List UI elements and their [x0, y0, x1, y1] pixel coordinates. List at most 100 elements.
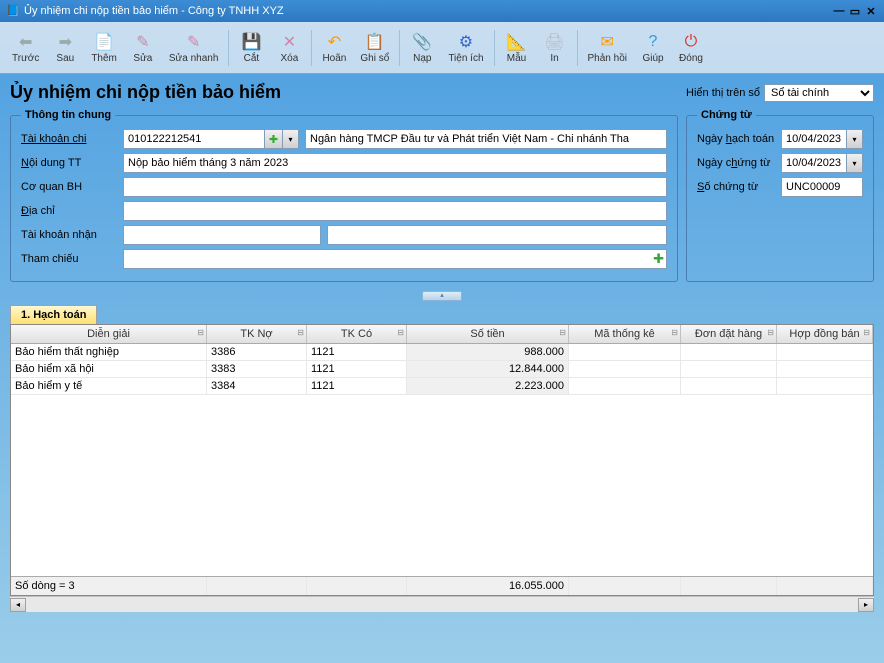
grid-cell[interactable]: 988.000 [407, 344, 569, 360]
table-row[interactable]: Bảo hiểm xã hội3383112112.844.000 [11, 361, 873, 378]
scroll-right-button[interactable]: ▸ [858, 598, 874, 612]
toolbar-separator [577, 30, 578, 66]
grid-cell[interactable]: Bảo hiểm thất nghiệp [11, 344, 207, 360]
bank-input[interactable] [305, 129, 667, 149]
grid-cell[interactable]: 3386 [207, 344, 307, 360]
form-row: Thông tin chung Tài khoản chi ✚ ▾ Nội du… [10, 109, 874, 282]
column-header[interactable]: Hợp đồng bán⊟ [777, 325, 873, 343]
grid-cell[interactable]: Bảo hiểm y tế [11, 378, 207, 394]
grid-footer: Số dòng = 3 16.055.000 [11, 576, 873, 595]
close-button[interactable]: ⏻Đóng [673, 30, 709, 66]
general-fieldset: Thông tin chung Tài khoản chi ✚ ▾ Nội du… [10, 109, 678, 282]
util-button[interactable]: ⚙Tiện ích [442, 30, 489, 66]
grid-cell[interactable]: 2.223.000 [407, 378, 569, 394]
grid-cell[interactable] [777, 378, 873, 394]
close-window-button[interactable]: ✕ [864, 4, 878, 18]
account-input[interactable] [123, 129, 265, 149]
recv-account-input[interactable] [123, 225, 321, 245]
address-input[interactable] [123, 201, 667, 221]
ref-input[interactable]: ✚ [123, 249, 667, 269]
pin-icon[interactable]: ⊟ [559, 328, 566, 337]
column-header[interactable]: Mã thống kê⊟ [569, 325, 681, 343]
grid-cell[interactable]: 3384 [207, 378, 307, 394]
toolbar-label: Sửa nhanh [169, 53, 219, 64]
grid-cell[interactable] [569, 344, 681, 360]
pin-icon[interactable]: ⊟ [863, 328, 870, 337]
acc-date-input[interactable] [781, 129, 847, 149]
load-button[interactable]: 📎Nạp [404, 30, 440, 66]
grid-cell[interactable] [569, 378, 681, 394]
acc-date-dropdown[interactable]: ▾ [847, 129, 863, 149]
display-select[interactable]: Sổ tài chính [764, 84, 874, 102]
toolbar-separator [228, 30, 229, 66]
template-button[interactable]: 📐Mẫu [499, 30, 535, 66]
feedback-button[interactable]: ✉Phản hồi [582, 30, 633, 66]
delete-button[interactable]: ✕Xóa [271, 30, 307, 66]
help-button[interactable]: ?Giúp [635, 30, 671, 66]
table-row[interactable]: Bảo hiểm thất nghiệp33861121988.000 [11, 344, 873, 361]
column-header[interactable]: TK Nợ⊟ [207, 325, 307, 343]
content-input[interactable] [123, 153, 667, 173]
column-header[interactable]: Diễn giải⊟ [11, 325, 207, 343]
post-button[interactable]: 📋Ghi sổ [354, 30, 395, 66]
grid-cell[interactable] [777, 361, 873, 377]
undo-button[interactable]: ↶Hoãn [316, 30, 352, 66]
ref-add-icon[interactable]: ✚ [653, 251, 664, 267]
util-icon: ⚙ [456, 32, 476, 52]
grid-cell[interactable] [777, 344, 873, 360]
column-header[interactable]: Đơn đặt hàng⊟ [681, 325, 777, 343]
agency-input[interactable] [123, 177, 667, 197]
window-controls: — ▭ ✕ [832, 4, 878, 18]
display-label: Hiển thị trên sổ [686, 87, 760, 99]
recv-bank-input[interactable] [327, 225, 667, 245]
add-button[interactable]: 📄Thêm [85, 30, 123, 66]
print-button[interactable]: 🖨In [537, 30, 573, 66]
toolbar-separator [399, 30, 400, 66]
tab-accounting[interactable]: 1. Hạch toán [10, 305, 97, 324]
minimize-button[interactable]: — [832, 4, 846, 18]
grid-cell[interactable]: 1121 [307, 378, 407, 394]
column-header[interactable]: Số tiền⊟ [407, 325, 569, 343]
collapse-handle[interactable]: ▴ [422, 291, 462, 301]
doc-date-input[interactable] [781, 153, 847, 173]
grid-cell[interactable] [681, 344, 777, 360]
doc-date-dropdown[interactable]: ▾ [847, 153, 863, 173]
display-select-group: Hiển thị trên sổ Sổ tài chính [686, 84, 874, 102]
scroll-left-button[interactable]: ◂ [10, 598, 26, 612]
grid-body[interactable]: Bảo hiểm thất nghiệp33861121988.000Bảo h… [11, 344, 873, 576]
acc-date-label: Ngày hạch toán [697, 133, 775, 145]
prev-button[interactable]: ⬅Trước [6, 30, 45, 66]
column-header[interactable]: TK Có⊟ [307, 325, 407, 343]
pin-icon[interactable]: ⊟ [197, 328, 204, 337]
edit-button[interactable]: ✎Sửa [125, 30, 161, 66]
account-add-button[interactable]: ✚ [265, 129, 283, 149]
grid-cell[interactable] [681, 361, 777, 377]
horizontal-scrollbar[interactable]: ◂ ▸ [10, 596, 874, 612]
grid-cell[interactable]: 1121 [307, 361, 407, 377]
grid-cell[interactable]: 3383 [207, 361, 307, 377]
account-label: Tài khoản chi [21, 133, 117, 145]
post-icon: 📋 [365, 32, 385, 52]
pin-icon[interactable]: ⊟ [397, 328, 404, 337]
toolbar: ⬅Trước➡Sau📄Thêm✎Sửa✎Sửa nhanh💾Cắt✕Xóa↶Ho… [0, 22, 884, 74]
grid-cell[interactable]: 12.844.000 [407, 361, 569, 377]
grid-cell[interactable]: Bảo hiểm xã hội [11, 361, 207, 377]
toolbar-label: Nạp [413, 53, 431, 64]
account-dropdown[interactable]: ▾ [283, 129, 299, 149]
maximize-button[interactable]: ▭ [848, 4, 862, 18]
grid-cell[interactable]: 1121 [307, 344, 407, 360]
toolbar-label: Cắt [244, 53, 260, 64]
cut-button[interactable]: 💾Cắt [233, 30, 269, 66]
pin-icon[interactable]: ⊟ [297, 328, 304, 337]
grid-cell[interactable] [569, 361, 681, 377]
quickedit-button[interactable]: ✎Sửa nhanh [163, 30, 225, 66]
table-row[interactable]: Bảo hiểm y tế338411212.223.000 [11, 378, 873, 395]
doc-no-input[interactable] [781, 177, 863, 197]
pin-icon[interactable]: ⊟ [767, 328, 774, 337]
toolbar-label: Đóng [679, 53, 703, 64]
prev-icon: ⬅ [16, 32, 36, 52]
pin-icon[interactable]: ⊟ [671, 328, 678, 337]
grid-cell[interactable] [681, 378, 777, 394]
next-button[interactable]: ➡Sau [47, 30, 83, 66]
page-title: Ủy nhiệm chi nộp tiền bảo hiểm [10, 82, 281, 103]
